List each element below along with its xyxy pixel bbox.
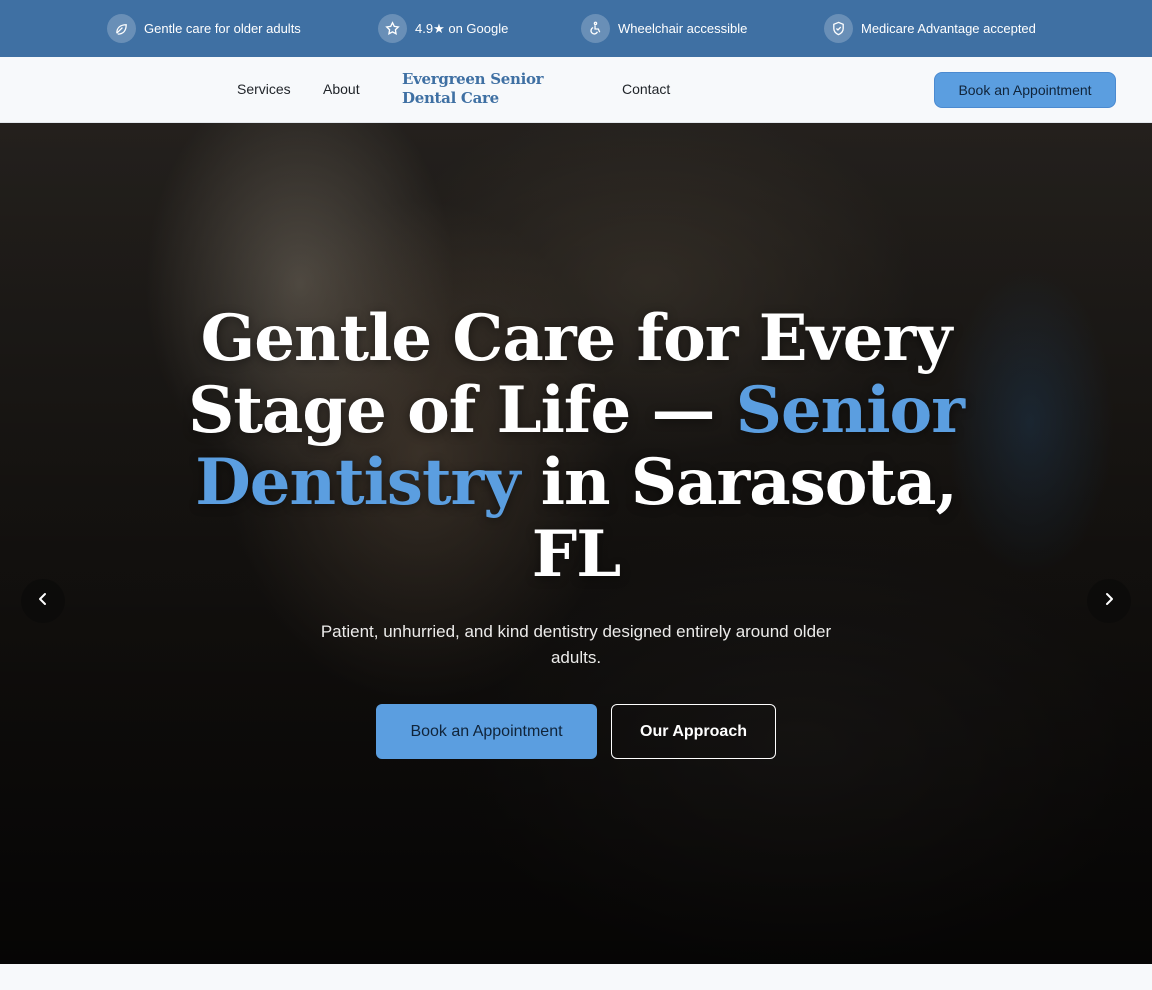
next-section-edge bbox=[0, 964, 1152, 990]
book-appointment-button[interactable]: Book an Appointment bbox=[934, 72, 1116, 108]
trust-label: Wheelchair accessible bbox=[618, 21, 748, 36]
trust-label: Gentle care for older adults bbox=[144, 21, 301, 36]
trust-label: 4.9★ on Google bbox=[415, 20, 509, 36]
trust-label: Medicare Advantage accepted bbox=[861, 21, 1036, 36]
leaf-icon bbox=[107, 14, 136, 43]
hero-title-part2: in Sarasota, FL bbox=[519, 445, 958, 592]
trust-item-google-rating: 4.9★ on Google bbox=[378, 13, 508, 44]
trust-item-wheelchair: Wheelchair accessible bbox=[581, 13, 747, 44]
trust-item-gentle-care: Gentle care for older adults bbox=[107, 13, 301, 44]
chevron-left-icon bbox=[35, 591, 51, 612]
hero: Gentle Care for Every Stage of Life — Se… bbox=[0, 123, 1152, 964]
hero-subtitle: Patient, unhurried, and kind dentistry d… bbox=[320, 622, 832, 667]
brand-logo[interactable]: Evergreen Senior Dental Care bbox=[402, 70, 592, 108]
trust-bar: Gentle care for older adults 4.9★ on Goo… bbox=[0, 0, 1152, 57]
carousel-next-button[interactable] bbox=[1087, 579, 1131, 623]
nav-link-services[interactable]: Services bbox=[237, 81, 291, 97]
carousel-prev-button[interactable] bbox=[21, 579, 65, 623]
hero-title: Gentle Care for Every Stage of Life — Se… bbox=[176, 303, 976, 591]
nav-link-about[interactable]: About bbox=[323, 81, 360, 97]
wheelchair-icon bbox=[581, 14, 610, 43]
nav-link-contact[interactable]: Contact bbox=[622, 81, 670, 97]
hero-book-appointment-button[interactable]: Book an Appointment bbox=[376, 704, 597, 759]
main-nav: Services About Evergreen Senior Dental C… bbox=[0, 57, 1152, 123]
chevron-right-icon bbox=[1101, 591, 1117, 612]
star-icon bbox=[378, 14, 407, 43]
shield-check-icon bbox=[824, 14, 853, 43]
our-approach-button[interactable]: Our Approach bbox=[611, 704, 776, 759]
trust-item-medicare: Medicare Advantage accepted bbox=[824, 13, 1036, 44]
